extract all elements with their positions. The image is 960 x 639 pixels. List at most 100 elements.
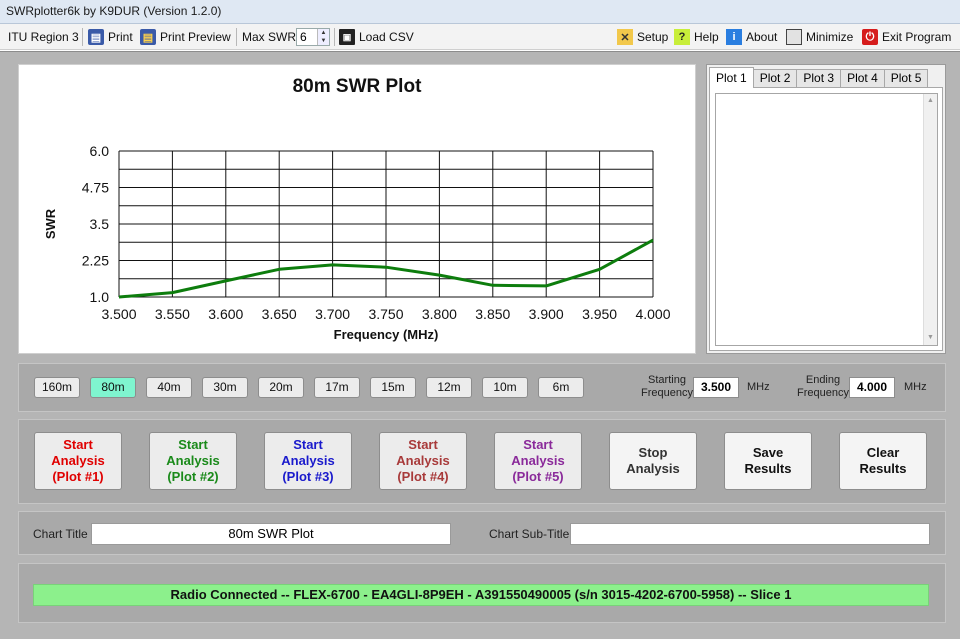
ending-label-line2: Frequency <box>797 387 849 399</box>
print-label: Print <box>108 30 133 44</box>
action-label-line1: Stop <box>638 445 668 460</box>
x-tick-label: 3.900 <box>529 306 564 322</box>
action-label-line2: Results <box>859 461 907 476</box>
tab-plot-2[interactable]: Plot 2 <box>752 69 798 87</box>
start-analysis-plot2-button[interactable]: Start Analysis (Plot #2) <box>149 432 237 490</box>
band-button-15m[interactable]: 15m <box>370 377 416 398</box>
x-axis-label: Frequency (MHz) <box>334 327 439 342</box>
load-csv-label: Load CSV <box>359 30 414 44</box>
action-label-line1: Start <box>178 437 208 452</box>
tab-plot-5[interactable]: Plot 5 <box>883 69 929 87</box>
plot-tab-strip: Plot 1 Plot 2 Plot 3 Plot 4 Plot 5 <box>709 67 929 88</box>
max-swr-value: 6 <box>300 30 307 44</box>
printer-icon: ▤ <box>88 29 104 45</box>
ending-label-line1: Ending <box>805 374 841 386</box>
setup-label: Setup <box>637 30 669 44</box>
action-label-line2: Analysis <box>626 461 680 476</box>
action-label-line3: (Plot #5) <box>512 469 564 484</box>
analysis-actions-panel: Start Analysis (Plot #1) Start Analysis (Plot… <box>18 419 946 504</box>
plot-tab-body: ▲ ▼ <box>709 87 943 351</box>
ending-frequency-input[interactable]: 4.000 <box>849 377 895 398</box>
max-swr-text: Max SWR <box>242 30 296 44</box>
band-button-20m[interactable]: 20m <box>258 377 304 398</box>
x-tick-label: 3.700 <box>315 306 350 322</box>
action-label-line3: (Plot #2) <box>167 469 219 484</box>
start-unit-label: MHz <box>747 381 770 393</box>
action-label-line1: Start <box>523 437 553 452</box>
exit-button[interactable]: ⏻ Exit Program <box>862 27 951 47</box>
action-label-line2: Analysis <box>51 453 105 468</box>
stop-analysis-button[interactable]: Stop Analysis <box>609 432 697 490</box>
x-tick-label: 3.850 <box>475 306 510 322</box>
band-button-160m[interactable]: 160m <box>34 377 80 398</box>
chart-subtitle-label: Chart Sub-Title <box>489 527 570 541</box>
swr-chart-svg: 80m SWR Plot 3.500 3.550 3.600 3.650 3.700 3.7… <box>43 76 671 342</box>
action-label-line3: (Plot #1) <box>52 469 104 484</box>
starting-frequency-input[interactable]: 3.500 <box>693 377 739 398</box>
about-label: About <box>746 30 778 44</box>
vertical-scrollbar[interactable]: ▲ ▼ <box>923 94 937 345</box>
end-unit-label: MHz <box>904 381 927 393</box>
action-label-line2: Analysis <box>511 453 565 468</box>
x-tick-label: 4.000 <box>635 306 670 322</box>
power-icon: ⏻ <box>862 29 878 45</box>
toolbar-separator <box>236 28 237 46</box>
chart-subtitle-input[interactable] <box>570 523 930 545</box>
scroll-down-icon[interactable]: ▼ <box>924 331 937 345</box>
band-selector-panel: Starting Frequency 3.500 MHz Ending Freq… <box>18 363 946 412</box>
y-tick-label: 3.5 <box>90 216 110 232</box>
clear-results-button[interactable]: Clear Results <box>839 432 927 490</box>
setup-button[interactable]: ✕ Setup <box>617 27 668 47</box>
action-label-line3: (Plot #3) <box>282 469 334 484</box>
print-preview-icon: ▤ <box>140 29 156 45</box>
starting-frequency-label: Starting Frequency <box>633 374 701 400</box>
scroll-up-icon[interactable]: ▲ <box>924 94 937 108</box>
start-analysis-plot3-button[interactable]: Start Analysis (Plot #3) <box>264 432 352 490</box>
band-button-17m[interactable]: 17m <box>314 377 360 398</box>
starting-label-line1: Starting <box>648 374 686 386</box>
plot-results-list[interactable]: ▲ ▼ <box>715 93 938 346</box>
chart-title-input[interactable]: 80m SWR Plot <box>91 523 451 545</box>
band-button-30m[interactable]: 30m <box>202 377 248 398</box>
stepper-arrows[interactable]: ▲ ▼ <box>317 29 329 45</box>
help-icon: ? <box>674 29 690 45</box>
load-csv-button[interactable]: ▣ Load CSV <box>339 27 414 47</box>
swr-chart: 80m SWR Plot 3.500 3.550 3.600 3.650 3.700 3.7… <box>18 64 696 354</box>
start-analysis-plot1-button[interactable]: Start Analysis (Plot #1) <box>34 432 122 490</box>
band-button-6m[interactable]: 6m <box>538 377 584 398</box>
y-tick-label: 4.75 <box>82 180 109 196</box>
y-tick-label: 6.0 <box>90 143 110 159</box>
band-button-12m[interactable]: 12m <box>426 377 472 398</box>
tab-plot-1[interactable]: Plot 1 <box>709 67 754 88</box>
action-label-line2: Analysis <box>396 453 450 468</box>
print-button[interactable]: ▤ Print <box>88 27 133 47</box>
start-analysis-plot4-button[interactable]: Start Analysis (Plot #4) <box>379 432 467 490</box>
tab-plot-4[interactable]: Plot 4 <box>840 69 885 87</box>
save-results-button[interactable]: Save Results <box>724 432 812 490</box>
minimize-button[interactable]: Minimize <box>786 27 853 47</box>
tab-plot-3[interactable]: Plot 3 <box>796 69 842 87</box>
chart-title: 80m SWR Plot <box>293 76 422 97</box>
action-label-line2: Analysis <box>281 453 335 468</box>
x-tick-label: 3.950 <box>582 306 617 322</box>
band-button-10m[interactable]: 10m <box>482 377 528 398</box>
toolbar-separator <box>82 28 83 46</box>
about-button[interactable]: i About <box>726 27 777 47</box>
help-button[interactable]: ? Help <box>674 27 719 47</box>
max-swr-stepper[interactable]: 6 ▲ ▼ <box>296 28 330 46</box>
start-analysis-plot5-button[interactable]: Start Analysis (Plot #5) <box>494 432 582 490</box>
window-title: SWRplotter6k by K9DUR (Version 1.2.0) <box>6 4 222 18</box>
y-axis-label: SWR <box>43 208 58 239</box>
toolbar: ITU Region 3 ▤ Print ▤ Print Preview Max… <box>0 24 960 50</box>
band-button-80m[interactable]: 80m <box>90 377 136 398</box>
radio-status-bar: Radio Connected -- FLEX-6700 - EA4GLI-8P… <box>33 584 929 606</box>
region-text: ITU Region 3 <box>8 30 79 44</box>
action-label-line1: Start <box>63 437 93 452</box>
chart-title-panel: Chart Title 80m SWR Plot Chart Sub-Title <box>18 511 946 555</box>
info-icon: i <box>726 29 742 45</box>
band-button-40m[interactable]: 40m <box>146 377 192 398</box>
print-preview-button[interactable]: ▤ Print Preview <box>140 27 231 47</box>
region-label: ITU Region 3 <box>8 27 79 47</box>
starting-label-line2: Frequency <box>641 387 693 399</box>
action-label-line1: Start <box>293 437 323 452</box>
